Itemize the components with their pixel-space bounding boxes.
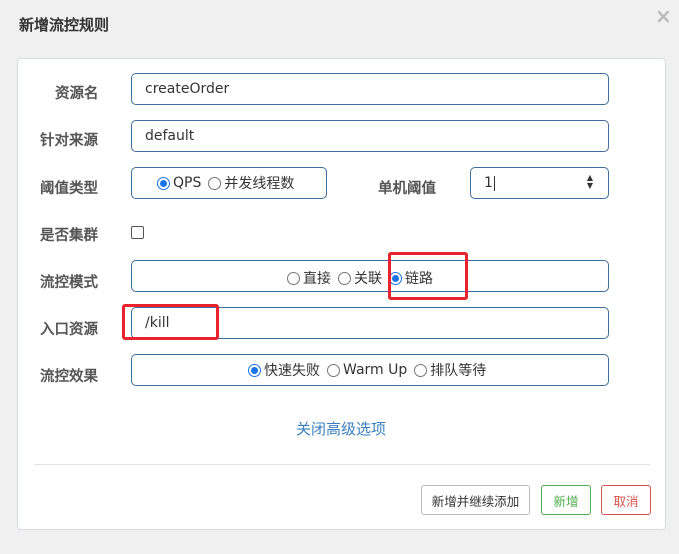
qps-radio[interactable] — [157, 176, 170, 190]
queue-radio[interactable] — [414, 363, 428, 377]
warm-up-radio[interactable] — [327, 363, 340, 377]
threshold-type-thread-option[interactable]: 并发线程数 — [208, 173, 294, 193]
fail-fast-radio[interactable] — [248, 363, 261, 377]
single-threshold-input[interactable]: 1 ▲ ▼ — [470, 167, 609, 199]
resource-name-value: createOrder — [145, 81, 230, 97]
flow-mode-direct-option[interactable]: 直接 — [287, 268, 331, 288]
flow-effect-warm-up-option[interactable]: Warm Up — [327, 362, 407, 378]
close-icon[interactable]: × — [655, 4, 672, 28]
flow-mode-label: 流控模式 — [40, 275, 98, 291]
single-threshold-value: 1 — [484, 175, 493, 191]
qps-label: QPS — [173, 175, 202, 191]
resource-name-label: 资源名 — [55, 86, 99, 102]
warm-up-label: Warm Up — [343, 362, 408, 378]
add-button[interactable]: 新增 — [541, 485, 591, 515]
limit-app-value: default — [145, 128, 195, 144]
limit-app-label: 针对来源 — [40, 133, 98, 149]
entry-highlight-box — [122, 304, 219, 340]
footer-divider — [34, 464, 650, 465]
thread-count-radio[interactable] — [208, 176, 222, 190]
number-spinner[interactable]: ▲ ▼ — [585, 174, 595, 190]
cluster-label: 是否集群 — [40, 228, 98, 244]
relate-radio[interactable] — [338, 271, 351, 285]
threshold-type-label: 阈值类型 — [40, 181, 98, 197]
fail-fast-label: 快速失败 — [264, 363, 320, 379]
add-flow-rule-dialog: 新增流控规则 × 资源名 createOrder 针对来源 default 阈值… — [0, 0, 679, 554]
cluster-checkbox[interactable] — [131, 226, 144, 239]
text-cursor — [493, 175, 495, 191]
limit-app-input[interactable]: default — [131, 120, 609, 152]
dialog-title: 新增流控规则 — [19, 16, 110, 34]
flow-effect-queue-option[interactable]: 排队等待 — [414, 360, 486, 380]
flow-mode-relate-option[interactable]: 关联 — [338, 268, 382, 288]
direct-label: 直接 — [303, 271, 331, 287]
thread-count-label: 并发线程数 — [224, 176, 295, 192]
flow-effect-fail-fast-option[interactable]: 快速失败 — [248, 360, 320, 380]
direct-radio[interactable] — [287, 271, 300, 285]
flow-effect-label: 流控效果 — [40, 369, 98, 385]
relate-label: 关联 — [354, 271, 382, 287]
spinner-down-icon[interactable]: ▼ — [585, 182, 595, 190]
threshold-type-group: QPS 并发线程数 — [131, 167, 327, 199]
flow-effect-group: 快速失败 Warm Up 排队等待 — [131, 354, 609, 386]
resource-name-input[interactable]: createOrder — [131, 73, 609, 105]
add-and-continue-button[interactable]: 新增并继续添加 — [421, 485, 530, 515]
cancel-button[interactable]: 取消 — [601, 485, 651, 515]
threshold-type-qps-option[interactable]: QPS — [157, 175, 201, 191]
entry-resource-label: 入口资源 — [40, 322, 98, 338]
flow-mode-group: 直接 关联 链路 — [131, 260, 609, 292]
close-advanced-options-link[interactable]: 关闭高级选项 — [296, 418, 386, 439]
queue-label: 排队等待 — [430, 363, 487, 379]
single-threshold-label: 单机阈值 — [378, 181, 436, 197]
chain-highlight-box — [388, 252, 468, 300]
